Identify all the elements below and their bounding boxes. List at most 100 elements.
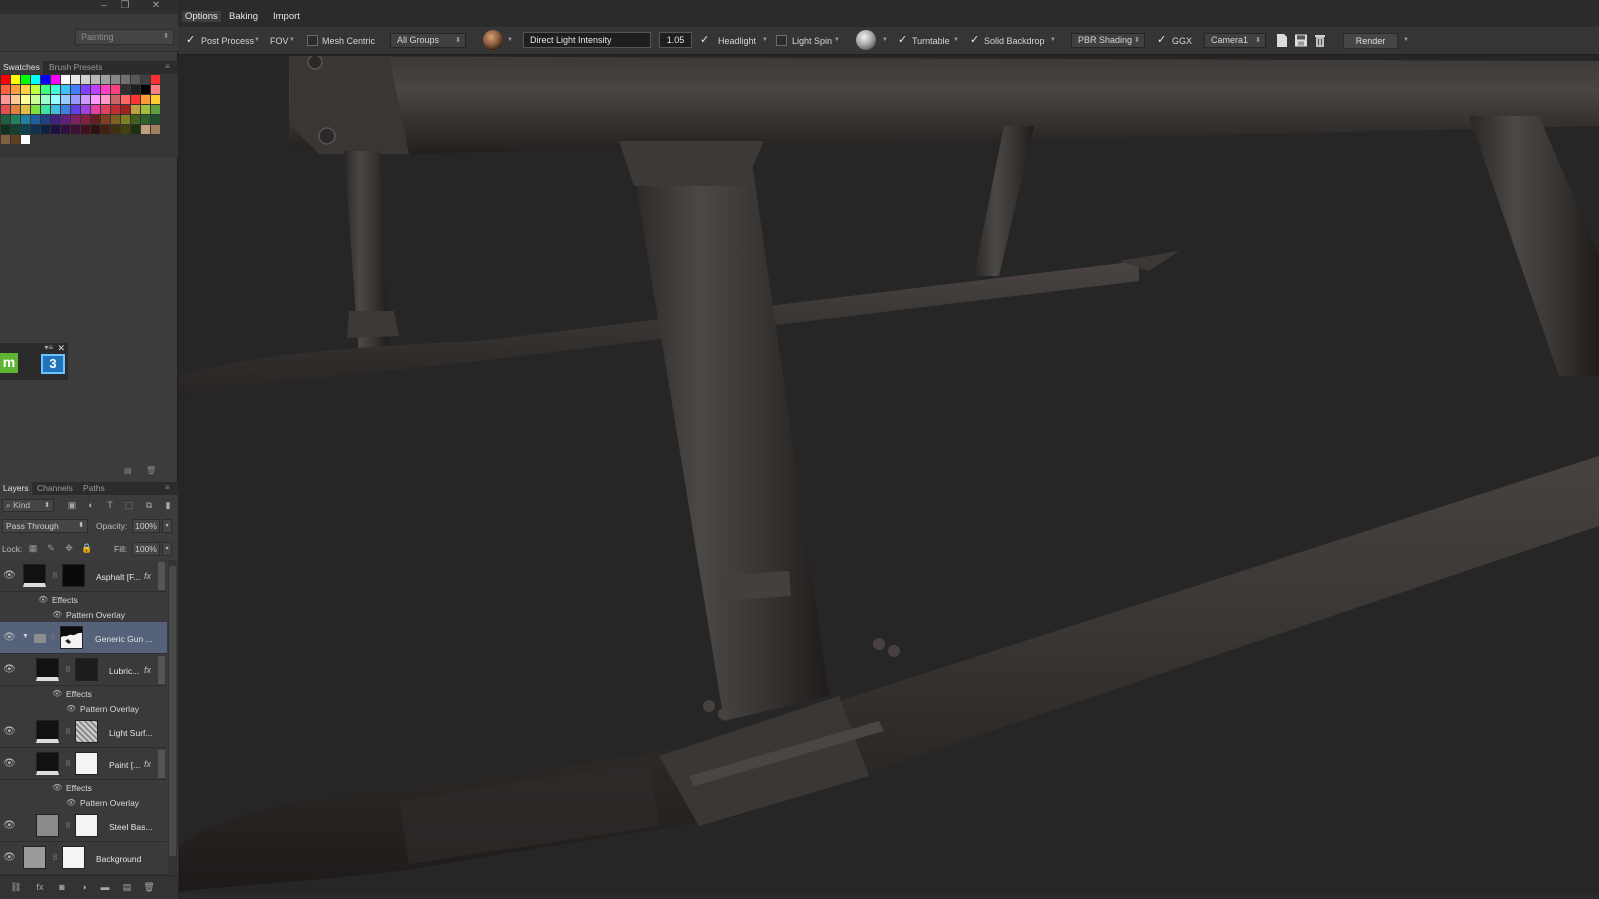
color-swatch[interactable]	[81, 105, 90, 114]
tab-swatches[interactable]: Swatches	[0, 61, 43, 74]
chevron-down-icon[interactable]: ▼	[882, 37, 888, 43]
menu-options[interactable]: Options	[182, 11, 221, 22]
fx-icon[interactable]: fx	[144, 665, 151, 675]
lock-pixels-icon[interactable]: ✎	[45, 542, 57, 554]
color-swatch[interactable]	[91, 75, 100, 84]
color-swatch[interactable]	[91, 85, 100, 94]
chevron-down-icon[interactable]: ▼	[834, 37, 840, 43]
color-swatch[interactable]	[91, 95, 100, 104]
color-swatch[interactable]	[131, 105, 140, 114]
color-swatch[interactable]	[41, 75, 50, 84]
color-swatch[interactable]	[121, 85, 130, 94]
light-spin-checkbox[interactable]	[776, 35, 787, 46]
lock-position-icon[interactable]: ✥	[63, 542, 75, 554]
lock-transparency-icon[interactable]: ▦	[27, 542, 39, 554]
color-swatch[interactable]	[111, 95, 120, 104]
color-swatch[interactable]	[21, 115, 30, 124]
color-swatch[interactable]	[111, 75, 120, 84]
color-swatch[interactable]	[11, 125, 20, 134]
smart-object-filter-icon[interactable]: ⧉	[143, 499, 155, 511]
tab-paths[interactable]: Paths	[80, 482, 108, 495]
color-swatch[interactable]	[1, 125, 10, 134]
color-swatch[interactable]	[101, 125, 110, 134]
color-swatch[interactable]	[61, 115, 70, 124]
color-swatch[interactable]	[31, 125, 40, 134]
color-swatch[interactable]	[101, 105, 110, 114]
blend-mode-select[interactable]: Pass Through ⬍	[2, 519, 88, 533]
color-swatch[interactable]	[71, 115, 80, 124]
color-swatch[interactable]	[91, 105, 100, 114]
color-swatch[interactable]	[21, 105, 30, 114]
color-swatch[interactable]	[121, 75, 130, 84]
chevron-down-icon[interactable]: ▼	[762, 37, 768, 43]
ggx-checkbox[interactable]: ✓	[1157, 35, 1168, 46]
adjustment-layer-icon[interactable]: ◑	[78, 881, 90, 893]
chevron-down-icon[interactable]: ▼	[254, 37, 260, 43]
color-swatch[interactable]	[91, 125, 100, 134]
color-swatch[interactable]	[121, 95, 130, 104]
chevron-down-icon[interactable]: ▼	[289, 37, 295, 43]
fill-dropdown-button[interactable]: ▾	[162, 542, 172, 556]
chevron-down-icon[interactable]: ▼	[507, 37, 513, 43]
color-swatch[interactable]	[41, 115, 50, 124]
new-group-icon[interactable]: ▬	[99, 881, 111, 893]
layer-row[interactable]: 👁 8 Asphalt [F... fx	[0, 560, 167, 592]
layer-row[interactable]: 👁 8 Paint [... fx	[0, 748, 167, 780]
visibility-eye-icon[interactable]: 👁	[3, 852, 16, 864]
color-swatch[interactable]	[1, 75, 10, 84]
color-swatch[interactable]	[51, 105, 60, 114]
expand-arrow-icon[interactable]: ▼	[22, 633, 29, 640]
color-swatch[interactable]	[101, 115, 110, 124]
color-swatch[interactable]	[11, 135, 20, 144]
color-swatch[interactable]	[11, 105, 20, 114]
color-swatch[interactable]	[151, 85, 160, 94]
trash-icon[interactable]: 🗑	[143, 881, 155, 893]
color-swatch[interactable]	[81, 85, 90, 94]
visibility-eye-icon[interactable]: 👁	[66, 704, 76, 714]
visibility-eye-icon[interactable]: 👁	[3, 726, 16, 738]
color-swatch[interactable]	[51, 75, 60, 84]
color-swatch[interactable]	[71, 105, 80, 114]
fill-field[interactable]: 100%	[132, 542, 160, 556]
color-swatch[interactable]	[61, 85, 70, 94]
color-swatch[interactable]	[61, 105, 70, 114]
shape-filter-icon[interactable]: ⬚	[123, 499, 135, 511]
minimize-icon[interactable]: ‒	[96, 0, 112, 14]
color-swatch[interactable]	[151, 125, 160, 134]
color-swatch[interactable]	[1, 85, 10, 94]
menu-baking[interactable]: Baking	[229, 11, 258, 22]
color-swatch[interactable]	[131, 85, 140, 94]
restore-icon[interactable]: ❐	[117, 0, 133, 14]
color-swatch[interactable]	[61, 75, 70, 84]
color-swatch[interactable]	[1, 105, 10, 114]
color-swatch[interactable]	[151, 115, 160, 124]
fx-icon[interactable]: fx	[144, 759, 151, 769]
color-swatch[interactable]	[41, 85, 50, 94]
light-sphere-icon[interactable]	[856, 30, 876, 50]
panel-menu-icon[interactable]: ≡	[165, 63, 174, 71]
visibility-eye-icon[interactable]: 👁	[3, 758, 16, 770]
color-swatch[interactable]	[51, 125, 60, 134]
color-swatch[interactable]	[131, 95, 140, 104]
color-swatch[interactable]	[41, 95, 50, 104]
visibility-eye-icon[interactable]: 👁	[3, 570, 16, 582]
environment-sphere-icon[interactable]	[483, 30, 503, 50]
color-swatch[interactable]	[101, 75, 110, 84]
layer-row[interactable]: 👁 8 Background	[0, 842, 167, 875]
save-icon[interactable]	[1295, 34, 1307, 47]
render-button[interactable]: Render	[1343, 33, 1398, 49]
panel-menu-icon[interactable]: ▾≡	[44, 343, 53, 352]
color-swatch[interactable]	[111, 115, 120, 124]
fx-icon[interactable]: fx	[144, 571, 151, 581]
color-swatch[interactable]	[21, 75, 30, 84]
color-swatch[interactable]	[1, 95, 10, 104]
shading-select[interactable]: PBR Shading ⬍	[1071, 33, 1145, 48]
color-swatch[interactable]	[141, 75, 150, 84]
tab-brush-presets[interactable]: Brush Presets	[46, 61, 105, 74]
workspace-select[interactable]: Painting ⬍	[75, 29, 174, 45]
color-swatch[interactable]	[71, 75, 80, 84]
color-swatch[interactable]	[31, 115, 40, 124]
opacity-field[interactable]: 100%	[132, 519, 160, 533]
layer-row[interactable]: 👁 8 Light Surf...	[0, 716, 167, 748]
color-swatch[interactable]	[121, 125, 130, 134]
